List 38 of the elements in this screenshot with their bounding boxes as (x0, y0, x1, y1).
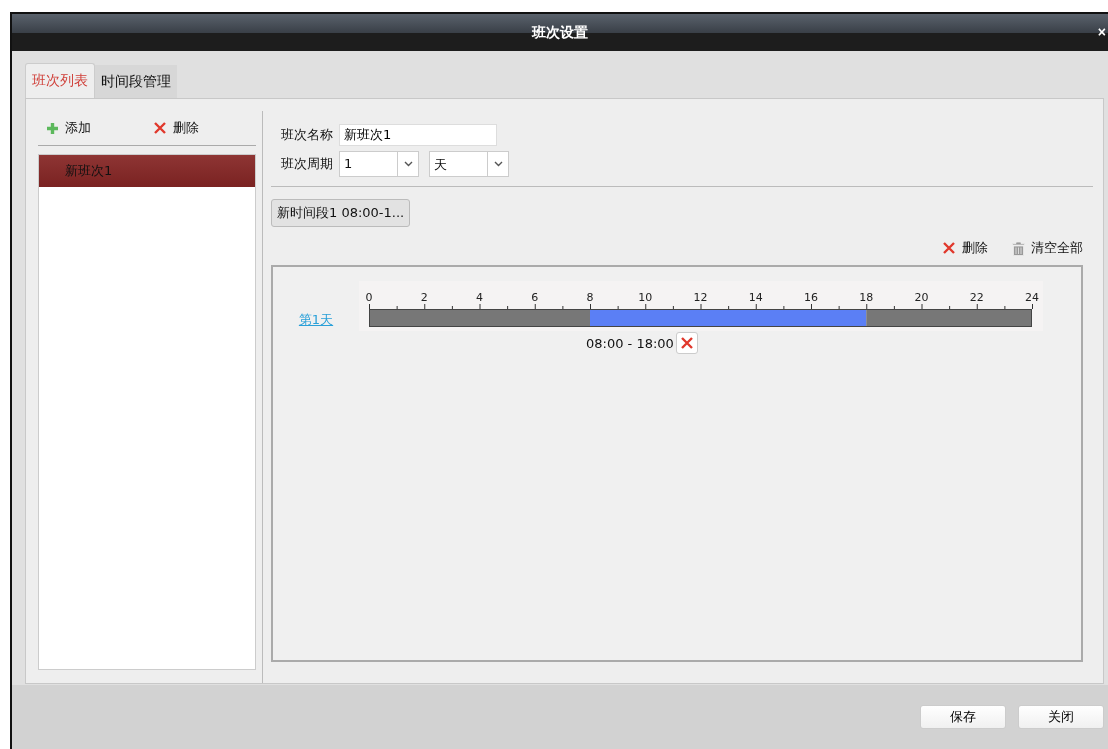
delete-button[interactable]: 删除 (153, 119, 199, 137)
chevron-down-icon (403, 161, 413, 167)
dialog-button[interactable]: 关闭 (1018, 705, 1104, 729)
tick-label: 16 (804, 291, 818, 304)
tick-label: 24 (1025, 291, 1039, 304)
tick-label: 6 (531, 291, 539, 304)
field-label: 班次周期 (281, 155, 333, 173)
x-icon (153, 121, 167, 135)
name-input-field[interactable]: 新班次1 (339, 124, 497, 146)
chevron-down-icon (493, 161, 503, 167)
x-icon (942, 241, 956, 255)
delete-button[interactable]: 删除 (942, 239, 988, 257)
tick-label: 0 (365, 291, 373, 304)
tick-label: 14 (748, 291, 763, 304)
clear-all-button[interactable]: 清空全部 (1012, 239, 1083, 257)
tick-label: 2 (420, 291, 428, 304)
time-segment-tab[interactable]: 新时间段1 08:00-1... (271, 199, 411, 227)
x-icon (679, 336, 694, 350)
tab[interactable]: 时间段管理 (95, 65, 177, 98)
unit-dropdown[interactable]: 天 (429, 151, 509, 177)
remove-segment-button[interactable] (675, 332, 698, 354)
plus-icon (46, 121, 59, 135)
add-button[interactable]: 添加 (46, 119, 91, 137)
window-title: 班次设置 (532, 23, 588, 42)
dialog-button[interactable]: 保存 (920, 705, 1006, 729)
trash-icon (1012, 240, 1025, 256)
tab[interactable]: 班次列表 (25, 63, 95, 98)
tick-label: 8 (586, 291, 594, 304)
tick-label: 20 (914, 291, 929, 304)
cycle-dropdown[interactable]: 1 (339, 151, 419, 177)
tick-label: 12 (693, 291, 708, 304)
tick-label: 18 (859, 291, 874, 304)
tick-label: 22 (969, 291, 984, 304)
close-button[interactable]: × (1095, 24, 1108, 40)
tick-label: 10 (638, 291, 653, 304)
tick-label: 4 (476, 291, 483, 304)
field-label: 班次名称 (281, 126, 333, 144)
time-range-label: 08:00 - 18:00 (586, 335, 674, 351)
